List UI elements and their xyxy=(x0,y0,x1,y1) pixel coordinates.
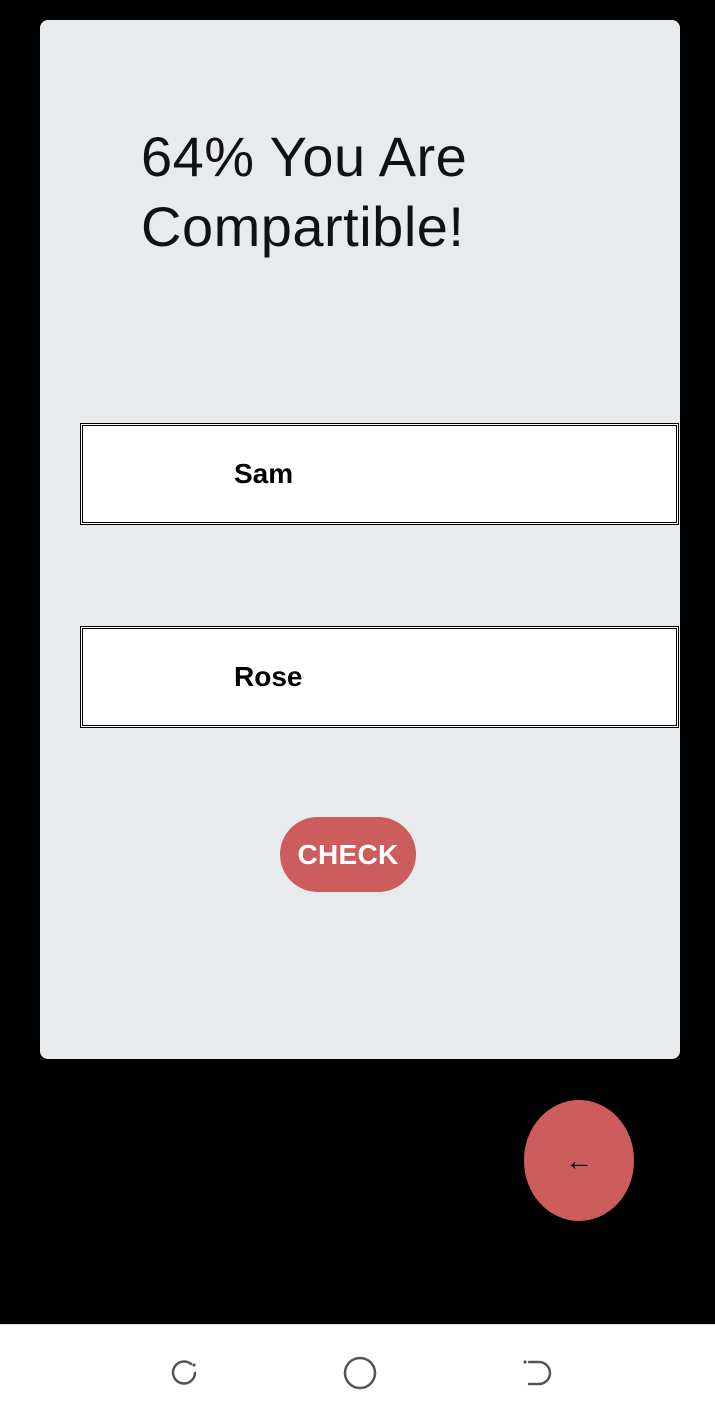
home-button[interactable] xyxy=(340,1353,380,1393)
first-name-field[interactable] xyxy=(80,423,679,525)
home-icon xyxy=(343,1356,377,1390)
system-navigation-bar xyxy=(0,1324,715,1420)
back-button[interactable] xyxy=(516,1353,556,1393)
arrow-left-icon: ← xyxy=(565,1144,593,1176)
first-name-input[interactable] xyxy=(83,426,676,522)
back-icon xyxy=(523,1360,552,1386)
recent-apps-icon xyxy=(171,1360,197,1385)
compatibility-result-title: 64% You Are Compartible! xyxy=(141,125,468,258)
app-screen: 64% You Are Compartible! CHECK ← xyxy=(0,0,715,1420)
back-fab-button[interactable]: ← xyxy=(524,1100,634,1221)
check-button[interactable]: CHECK xyxy=(280,817,416,892)
second-name-field[interactable] xyxy=(80,626,679,728)
second-name-input[interactable] xyxy=(83,629,676,725)
compatibility-card: 64% You Are Compartible! CHECK xyxy=(40,20,680,1059)
recent-apps-button[interactable] xyxy=(164,1353,204,1393)
